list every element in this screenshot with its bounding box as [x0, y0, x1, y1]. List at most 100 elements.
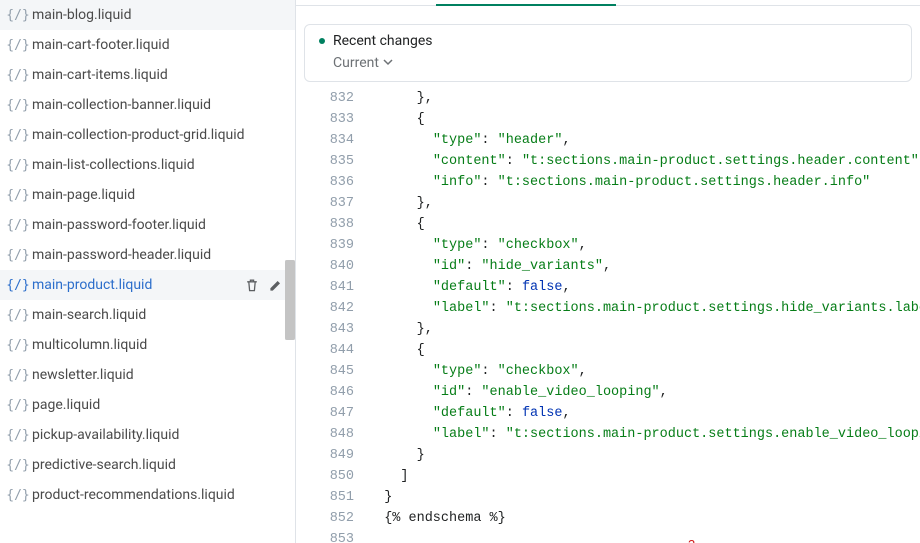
code-line[interactable]: "type": "checkbox",	[368, 361, 920, 382]
code-line[interactable]: "type": "header",	[368, 130, 920, 151]
delete-icon[interactable]	[243, 276, 261, 294]
code-line[interactable]: "label": "t:sections.main-product.settin…	[368, 298, 920, 319]
line-number: 850	[296, 466, 354, 487]
code-line[interactable]: {	[368, 109, 920, 130]
file-item[interactable]: {/} main-cart-footer.liquid	[0, 30, 295, 60]
code-file-icon: {/}	[10, 277, 26, 293]
code-line[interactable]: {	[368, 214, 920, 235]
file-item-label: main-page.liquid	[32, 187, 285, 203]
file-item[interactable]: {/} multicolumn.liquid	[0, 330, 295, 360]
code-file-icon: {/}	[10, 337, 26, 353]
code-file-icon: {/}	[10, 97, 26, 113]
line-number: 845	[296, 361, 354, 382]
line-number: 844	[296, 340, 354, 361]
line-number: 833	[296, 109, 354, 130]
file-item-label: main-password-header.liquid	[32, 247, 285, 263]
code-file-icon: {/}	[10, 427, 26, 443]
code-line[interactable]: "default": false,	[368, 403, 920, 424]
code-line[interactable]	[368, 529, 920, 543]
file-item[interactable]: {/} main-page.liquid	[0, 180, 295, 210]
editor-pane: Recent changes Current 83283383483583683…	[296, 0, 920, 543]
file-sidebar: {/}main-blog.liquid{/}main-cart-footer.l…	[0, 0, 296, 543]
file-item[interactable]: {/} page.liquid	[0, 390, 295, 420]
file-item-label: main-list-collections.liquid	[32, 157, 285, 173]
code-line[interactable]: {% endschema %}	[368, 508, 920, 529]
version-dropdown[interactable]: Current	[319, 55, 897, 71]
file-item[interactable]: {/} newsletter.liquid	[0, 360, 295, 390]
code-line[interactable]: "default": false,	[368, 277, 920, 298]
code-line[interactable]: ]	[368, 466, 920, 487]
file-item[interactable]: {/} main-search.liquid	[0, 300, 295, 330]
edit-icon[interactable]	[267, 276, 285, 294]
code-file-icon: {/}	[10, 247, 26, 263]
code-file-icon: {/}	[10, 397, 26, 413]
code-file-icon: {/}	[10, 7, 26, 23]
file-item-label: newsletter.liquid	[32, 367, 285, 383]
file-item-label: product-recommendations.liquid	[32, 487, 285, 503]
line-number: 851	[296, 487, 354, 508]
file-item-label: main-cart-items.liquid	[32, 67, 285, 83]
line-number: 841	[296, 277, 354, 298]
code-line[interactable]: "label": "t:sections.main-product.settin…	[368, 424, 920, 445]
file-item-label: page.liquid	[32, 397, 285, 413]
code-line[interactable]: "type": "checkbox",	[368, 235, 920, 256]
code-file-icon: {/}	[10, 307, 26, 323]
code-file-icon: {/}	[10, 37, 26, 53]
line-number: 853	[296, 529, 354, 543]
code-editor[interactable]: 8328338348358368378388398408418428438448…	[296, 88, 920, 543]
active-tab-underline	[436, 4, 616, 6]
file-item[interactable]: {/}predictive-search.liquid	[0, 450, 295, 480]
file-item[interactable]: {/}main-collection-product-grid.liquid	[0, 120, 295, 150]
file-item-label: main-password-footer.liquid	[32, 217, 285, 233]
file-item[interactable]: {/}main-blog.liquid	[0, 0, 295, 30]
file-item[interactable]: {/} main-password-footer.liquid	[0, 210, 295, 240]
code-line[interactable]: "id": "hide_variants",	[368, 256, 920, 277]
file-item-label: pickup-availability.liquid	[32, 427, 285, 443]
line-number: 836	[296, 172, 354, 193]
code-file-icon: {/}	[10, 217, 26, 233]
line-number: 840	[296, 256, 354, 277]
recent-changes-label: Recent changes	[333, 33, 432, 49]
code-line[interactable]: "info": "t:sections.main-product.setting…	[368, 172, 920, 193]
file-item[interactable]: {/} main-product.liquid	[0, 270, 295, 300]
sidebar-scrollbar-thumb[interactable]	[285, 260, 295, 340]
line-number: 839	[296, 235, 354, 256]
file-item-label: main-collection-banner.liquid	[32, 97, 285, 113]
code-line[interactable]: {	[368, 340, 920, 361]
line-number: 848	[296, 424, 354, 445]
code-line[interactable]: },	[368, 193, 920, 214]
file-item[interactable]: {/} pickup-availability.liquid	[0, 420, 295, 450]
file-item-label: main-cart-footer.liquid	[32, 37, 285, 53]
code-line[interactable]: }	[368, 445, 920, 466]
file-item[interactable]: {/} product-recommendations.liquid	[0, 480, 295, 510]
line-number: 835	[296, 151, 354, 172]
line-number: 849	[296, 445, 354, 466]
code-line[interactable]: "content": "t:sections.main-product.sett…	[368, 151, 920, 172]
file-item[interactable]: {/} main-list-collections.liquid	[0, 150, 295, 180]
file-item-label: main-collection-product-grid.liquid	[32, 127, 285, 143]
status-dot-icon	[319, 38, 325, 44]
recent-changes-bar: Recent changes Current	[304, 24, 912, 82]
code-line[interactable]: },	[368, 319, 920, 340]
code-file-icon: {/}	[10, 367, 26, 383]
line-number: 846	[296, 382, 354, 403]
code-line[interactable]: "id": "enable_video_looping",	[368, 382, 920, 403]
file-item[interactable]: {/}main-cart-items.liquid	[0, 60, 295, 90]
code-line[interactable]: },	[368, 88, 920, 109]
sidebar-scrollbar[interactable]	[285, 260, 295, 340]
code-file-icon: {/}	[10, 187, 26, 203]
line-number: 832	[296, 88, 354, 109]
code-file-icon: {/}	[10, 157, 26, 173]
file-item[interactable]: {/} main-collection-banner.liquid	[0, 90, 295, 120]
line-number: 834	[296, 130, 354, 151]
line-number-gutter: 8328338348358368378388398408418428438448…	[296, 88, 368, 543]
code-file-icon: {/}	[10, 487, 26, 503]
file-item-label: multicolumn.liquid	[32, 337, 285, 353]
file-item-actions	[243, 276, 285, 294]
file-item-label: main-product.liquid	[32, 277, 237, 293]
code-content[interactable]: }, { "type": "header", "content": "t:sec…	[368, 88, 920, 543]
file-item[interactable]: {/} main-password-header.liquid	[0, 240, 295, 270]
file-item-label: main-search.liquid	[32, 307, 285, 323]
code-line[interactable]: }	[368, 487, 920, 508]
editor-tabs	[296, 0, 920, 6]
